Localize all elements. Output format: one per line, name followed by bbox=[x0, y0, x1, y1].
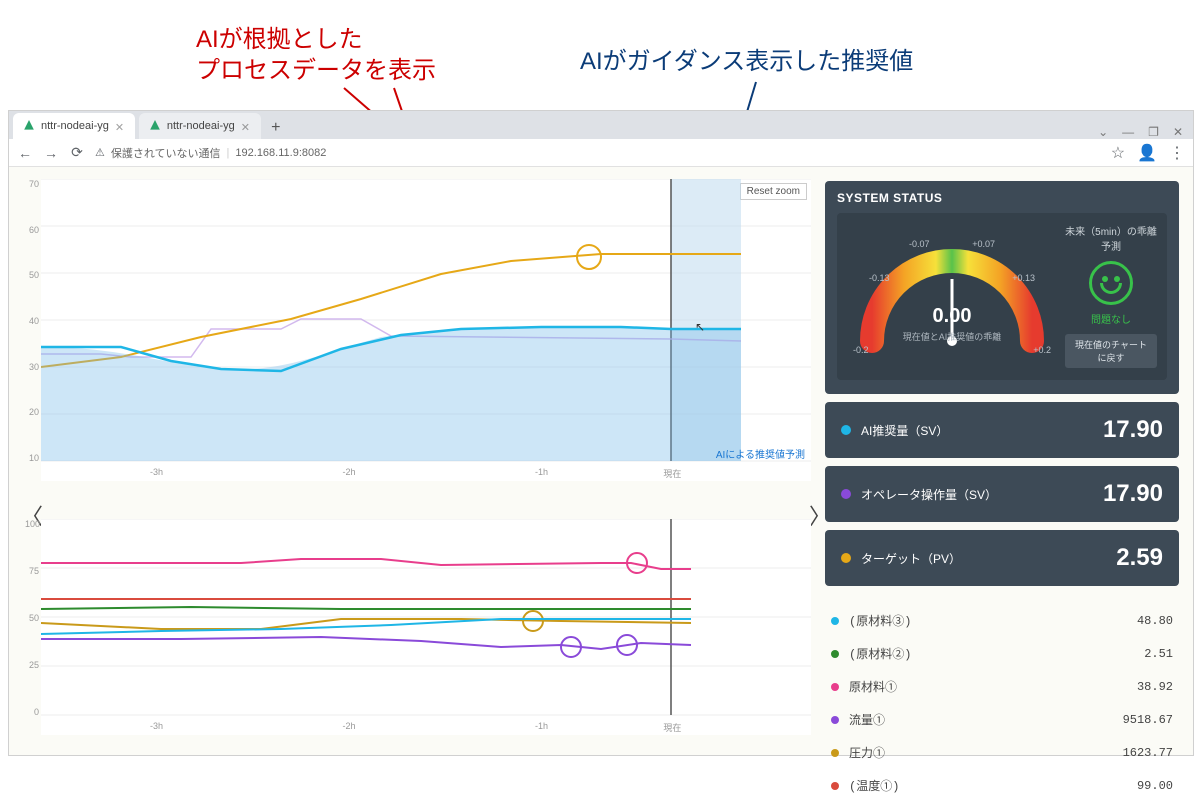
chart-svg bbox=[41, 519, 811, 717]
legend-item[interactable]: 原材料①38.92 bbox=[825, 670, 1179, 703]
minimize-icon[interactable]: — bbox=[1122, 125, 1134, 139]
address-bar: ← → ⟳ ⚠ 保護されていない通信 | 192.168.11.9:8082 ☆… bbox=[9, 139, 1193, 167]
right-panel: SYSTEM STATUS bbox=[825, 181, 1179, 802]
new-tab-button[interactable]: + bbox=[265, 117, 287, 139]
system-status-card: SYSTEM STATUS bbox=[825, 181, 1179, 394]
gauge-value: 0.00 bbox=[903, 305, 1002, 328]
legend: (原材料③)48.80 (原材料②)2.51 原材料①38.92 流量①9518… bbox=[825, 604, 1179, 802]
tab-strip: nttr-nodeai-yg ✕ nttr-nodeai-yg ✕ + ⌄ — … bbox=[9, 111, 1193, 139]
x-axis: -3h -2h -1h 現在 bbox=[41, 467, 811, 481]
legend-item[interactable]: 流量①9518.67 bbox=[825, 703, 1179, 736]
legend-item[interactable]: (原材料③)48.80 bbox=[825, 604, 1179, 637]
url-field[interactable]: ⚠ 保護されていない通信 | 192.168.11.9:8082 bbox=[95, 145, 1101, 161]
legend-item[interactable]: (原材料②)2.51 bbox=[825, 637, 1179, 670]
tab-close-icon[interactable]: ✕ bbox=[115, 121, 125, 131]
chart-svg: ↖ bbox=[41, 179, 811, 463]
ai-forecast-note: AIによる推奨値予測 bbox=[716, 446, 805, 461]
legend-item[interactable]: 圧力①1623.77 bbox=[825, 736, 1179, 769]
window-controls: ⌄ — ❐ ✕ bbox=[1098, 125, 1193, 139]
annotation-text: プロセスデータを表示 bbox=[196, 57, 436, 84]
x-axis: -3h -2h -1h 現在 bbox=[41, 721, 811, 735]
annotation-red-1: AIが根拠とした プロセスデータを表示 bbox=[196, 24, 436, 86]
forward-button[interactable]: → bbox=[43, 145, 59, 161]
process-chart[interactable]: 1007550 250 bbox=[41, 519, 811, 735]
not-secure-icon: ⚠ bbox=[95, 146, 105, 159]
metric-row: ターゲット（PV） 2.59 bbox=[825, 530, 1179, 586]
profile-icon[interactable]: 👤 bbox=[1137, 143, 1157, 163]
annotation-text: AIがガイダンス表示した推奨値 bbox=[580, 48, 913, 75]
maximize-icon[interactable]: ❐ bbox=[1148, 125, 1159, 139]
gauge-caption: 現在値とAI推奨値の乖離 bbox=[903, 330, 1002, 343]
metric-dot bbox=[841, 489, 851, 499]
main-chart[interactable]: Reset zoom 706050 403020 10 bbox=[41, 179, 811, 481]
kebab-menu-icon[interactable]: ⋮ bbox=[1169, 143, 1185, 163]
favicon-icon bbox=[23, 120, 35, 132]
chart-area: Reset zoom 706050 403020 10 bbox=[21, 179, 811, 751]
dropdown-icon[interactable]: ⌄ bbox=[1098, 125, 1108, 139]
annotation-text: AIが根拠とした bbox=[196, 26, 363, 53]
favicon-icon bbox=[149, 120, 161, 132]
gauge: -0.2 +0.2 -0.13 +0.13 -0.07 +0.07 0.00 現… bbox=[847, 231, 1057, 361]
y-axis: 1007550 250 bbox=[25, 519, 39, 717]
tab-close-icon[interactable]: ✕ bbox=[241, 121, 251, 131]
reset-chart-button[interactable]: 現在値のチャートに戻す bbox=[1065, 334, 1157, 368]
browser-window: nttr-nodeai-yg ✕ nttr-nodeai-yg ✕ + ⌄ — … bbox=[8, 110, 1194, 756]
status-title: SYSTEM STATUS bbox=[837, 191, 1167, 205]
url-text: 192.168.11.9:8082 bbox=[235, 147, 326, 159]
y-axis: 706050 403020 10 bbox=[25, 179, 39, 463]
star-icon[interactable]: ☆ bbox=[1111, 143, 1125, 163]
metric-dot bbox=[841, 425, 851, 435]
future-forecast: 未来（5min）の乖離予測 問題なし 現在値のチャートに戻す bbox=[1065, 223, 1157, 368]
metric-row: AI推奨量（SV） 17.90 bbox=[825, 402, 1179, 458]
legend-item[interactable]: (温度①)99.00 bbox=[825, 769, 1179, 802]
tab-title: nttr-nodeai-yg bbox=[167, 120, 235, 132]
reload-button[interactable]: ⟳ bbox=[69, 145, 85, 161]
browser-tab-active[interactable]: nttr-nodeai-yg ✕ bbox=[13, 113, 135, 139]
close-window-icon[interactable]: ✕ bbox=[1173, 125, 1183, 139]
metric-dot bbox=[841, 553, 851, 563]
metric-row: オペレータ操作量（SV） 17.90 bbox=[825, 466, 1179, 522]
tab-title: nttr-nodeai-yg bbox=[41, 120, 109, 132]
app-content: Reset zoom 706050 403020 10 bbox=[9, 167, 1193, 755]
browser-tab[interactable]: nttr-nodeai-yg ✕ bbox=[139, 113, 261, 139]
security-text: 保護されていない通信 bbox=[111, 145, 221, 161]
annotation-navy: AIがガイダンス表示した推奨値 bbox=[580, 46, 913, 77]
smiley-icon bbox=[1089, 261, 1133, 305]
back-button[interactable]: ← bbox=[17, 145, 33, 161]
svg-text:↖: ↖ bbox=[695, 320, 705, 334]
